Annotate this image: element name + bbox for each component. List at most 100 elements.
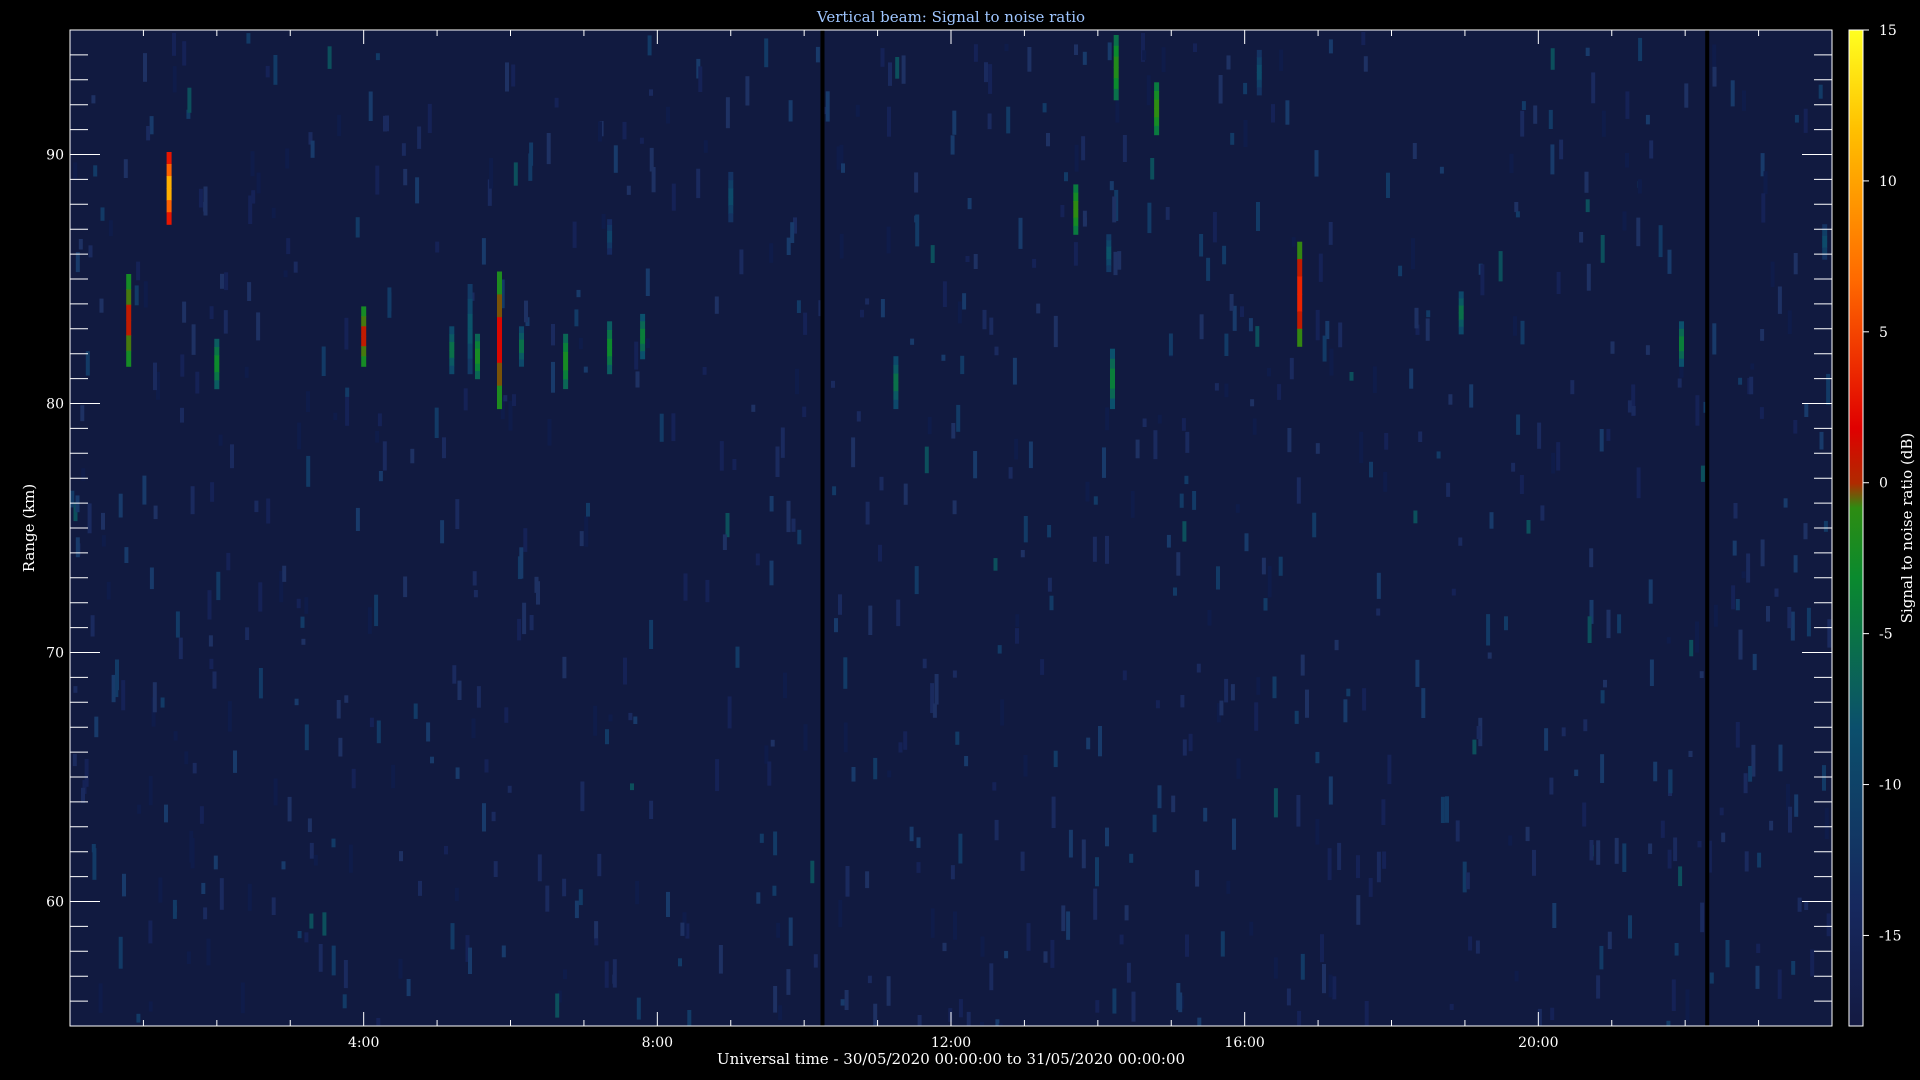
noise-cell bbox=[344, 695, 349, 703]
noise-cell bbox=[513, 162, 518, 186]
noise-cell bbox=[1361, 32, 1366, 46]
noise-cell bbox=[1788, 806, 1792, 833]
noise-cell bbox=[351, 768, 356, 789]
noise-cell bbox=[344, 317, 349, 350]
noise-cell bbox=[1537, 422, 1542, 449]
echo-mark bbox=[1822, 235, 1828, 243]
noise-cell bbox=[1061, 905, 1066, 932]
noise-cell bbox=[1000, 699, 1005, 726]
noise-cell bbox=[551, 324, 555, 346]
noise-cell bbox=[1117, 251, 1122, 270]
noise-cell bbox=[491, 811, 496, 822]
noise-cell bbox=[1730, 80, 1735, 107]
noise-cell bbox=[1356, 895, 1361, 925]
noise-cell bbox=[1168, 333, 1173, 356]
noise-cell bbox=[1195, 870, 1200, 887]
noise-cell bbox=[1721, 832, 1726, 843]
noise-cell bbox=[769, 560, 774, 586]
noise-cell bbox=[375, 165, 380, 195]
noise-cell bbox=[1131, 991, 1136, 1022]
noise-cell bbox=[1759, 407, 1764, 419]
noise-cell bbox=[756, 892, 761, 904]
noise-cell bbox=[1026, 923, 1031, 951]
noise-cell bbox=[1382, 851, 1387, 869]
noise-cell bbox=[297, 422, 302, 450]
noise-cell bbox=[1525, 826, 1530, 842]
noise-cell bbox=[493, 861, 498, 877]
noise-cell bbox=[1638, 37, 1643, 62]
noise-cell bbox=[1589, 840, 1594, 861]
noise-cell bbox=[1803, 108, 1808, 133]
noise-cell bbox=[1451, 588, 1456, 596]
noise-cell bbox=[281, 861, 286, 870]
noise-cell bbox=[457, 680, 462, 700]
noise-cell bbox=[613, 145, 618, 173]
noise-cell bbox=[1315, 819, 1320, 845]
noise-cell bbox=[1556, 271, 1561, 294]
noise-cell bbox=[1142, 50, 1147, 61]
noise-cell bbox=[834, 618, 838, 633]
noise-cell bbox=[1119, 934, 1124, 945]
noise-cell bbox=[1695, 621, 1699, 653]
noise-cell bbox=[1224, 678, 1229, 703]
noise-cell bbox=[562, 878, 567, 897]
noise-cell bbox=[1559, 139, 1564, 160]
noise-cell bbox=[780, 427, 785, 458]
noise-cell bbox=[965, 256, 970, 262]
noise-cell bbox=[887, 106, 891, 137]
noise-cell bbox=[121, 680, 126, 711]
noise-cell bbox=[1197, 1017, 1202, 1026]
noise-cell bbox=[1719, 807, 1724, 816]
noise-cell bbox=[1513, 316, 1517, 336]
noise-cell bbox=[1504, 616, 1508, 631]
noise-cell bbox=[258, 582, 263, 612]
noise-cell bbox=[153, 362, 157, 391]
noise-cell bbox=[224, 272, 229, 291]
noise-cell bbox=[337, 114, 342, 137]
noise-cell bbox=[1093, 888, 1098, 920]
noise-cell bbox=[345, 393, 350, 426]
colorbar-tick-label: 5 bbox=[1879, 325, 1888, 341]
noise-cell bbox=[450, 923, 455, 950]
noise-cell bbox=[1587, 616, 1592, 643]
noise-cell bbox=[1519, 475, 1524, 494]
noise-cell bbox=[769, 496, 774, 512]
noise-cell bbox=[1315, 309, 1320, 341]
noise-cell bbox=[1157, 414, 1162, 424]
noise-cell bbox=[786, 969, 791, 995]
noise-cell bbox=[91, 95, 96, 104]
noise-cell bbox=[1014, 438, 1019, 460]
noise-cell bbox=[98, 983, 103, 1013]
noise-cell bbox=[922, 658, 927, 669]
noise-cell bbox=[1161, 47, 1166, 73]
noise-cell bbox=[546, 133, 551, 165]
noise-cell bbox=[645, 338, 650, 348]
echo-mark bbox=[1679, 343, 1684, 352]
noise-cell bbox=[1645, 345, 1650, 355]
noise-cell bbox=[703, 140, 708, 153]
data-gap bbox=[1705, 30, 1710, 1026]
noise-cell bbox=[285, 148, 290, 169]
noise-cell bbox=[369, 717, 374, 728]
noise-cell bbox=[1653, 761, 1658, 782]
noise-cell bbox=[1774, 588, 1779, 597]
noise-cell bbox=[310, 140, 315, 158]
noise-cell bbox=[1550, 1007, 1555, 1021]
noise-cell bbox=[958, 999, 963, 1018]
noise-cell bbox=[635, 880, 640, 905]
y-tick-label: 70 bbox=[46, 646, 64, 662]
noise-cell bbox=[143, 281, 148, 308]
echo-mark bbox=[1106, 246, 1112, 254]
noise-cell bbox=[1256, 677, 1261, 695]
noise-cell bbox=[212, 671, 217, 689]
noise-cell bbox=[580, 781, 585, 812]
x-tick-label: 12:00 bbox=[931, 1035, 971, 1051]
echo-mark bbox=[640, 351, 646, 360]
noise-cell bbox=[213, 855, 218, 870]
noise-cell bbox=[1689, 639, 1694, 657]
noise-cell bbox=[1315, 751, 1320, 764]
noise-cell bbox=[1732, 540, 1737, 556]
noise-cell bbox=[473, 590, 478, 598]
noise-cell bbox=[878, 544, 882, 562]
noise-cell bbox=[1196, 663, 1201, 673]
